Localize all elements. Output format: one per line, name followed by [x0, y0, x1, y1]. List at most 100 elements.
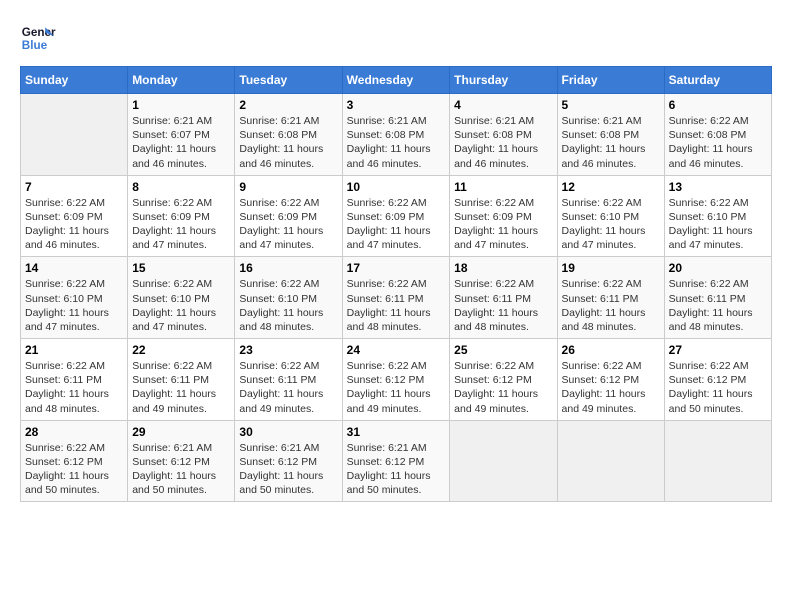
- day-info: Sunrise: 6:22 AMSunset: 6:11 PMDaylight:…: [347, 277, 446, 334]
- calendar-cell: 6Sunrise: 6:22 AMSunset: 6:08 PMDaylight…: [664, 94, 771, 176]
- day-number: 22: [132, 343, 230, 357]
- day-number: 21: [25, 343, 123, 357]
- calendar-cell: 21 Sunrise: 6:22 AMSunset: 6:11 PMDayligh…: [21, 339, 128, 421]
- calendar-cell: 23 Sunrise: 6:22 AMSunset: 6:11 PMDayligh…: [235, 339, 342, 421]
- day-info: Sunrise: 6:22 AMSunset: 6:10 PMDaylight:…: [562, 196, 660, 253]
- day-info: Sunrise: 6:21 AMSunset: 6:08 PMDaylight:…: [239, 114, 337, 171]
- calendar-cell: 22 Sunrise: 6:22 AMSunset: 6:11 PMDayligh…: [128, 339, 235, 421]
- calendar-cell: 5 Sunrise: 6:21 AMSunset: 6:08 PMDaylight…: [557, 94, 664, 176]
- day-number: 28: [25, 425, 123, 439]
- calendar-cell: 2 Sunrise: 6:21 AMSunset: 6:08 PMDaylight…: [235, 94, 342, 176]
- calendar-table: SundayMondayTuesdayWednesdayThursdayFrid…: [20, 66, 772, 502]
- day-info: Sunrise: 6:22 AMSunset: 6:09 PMDaylight:…: [239, 196, 337, 253]
- calendar-cell: 19Sunrise: 6:22 AMSunset: 6:11 PMDayligh…: [557, 257, 664, 339]
- day-number: 5: [562, 98, 660, 112]
- day-info: Sunrise: 6:21 AMSunset: 6:12 PMDaylight:…: [132, 441, 230, 498]
- logo: General Blue: [20, 20, 60, 56]
- day-number: 2: [239, 98, 337, 112]
- calendar-cell: 1Sunrise: 6:21 AMSunset: 6:07 PMDaylight…: [128, 94, 235, 176]
- day-number: 30: [239, 425, 337, 439]
- calendar-cell: [664, 420, 771, 502]
- calendar-cell: [450, 420, 557, 502]
- day-number: 18: [454, 261, 552, 275]
- calendar-cell: 16Sunrise: 6:22 AMSunset: 6:10 PMDayligh…: [235, 257, 342, 339]
- day-number: 25: [454, 343, 552, 357]
- calendar-cell: 7 Sunrise: 6:22 AMSunset: 6:09 PMDaylight…: [21, 175, 128, 257]
- calendar-cell: 14Sunrise: 6:22 AMSunset: 6:10 PMDayligh…: [21, 257, 128, 339]
- day-number: 27: [669, 343, 767, 357]
- day-number: 6: [669, 98, 767, 112]
- col-header-sunday: Sunday: [21, 67, 128, 94]
- day-info: Sunrise: 6:22 AMSunset: 6:12 PMDaylight:…: [562, 359, 660, 416]
- day-number: 20: [669, 261, 767, 275]
- calendar-cell: 20 Sunrise: 6:22 AMSunset: 6:11 PMDayligh…: [664, 257, 771, 339]
- day-info: Sunrise: 6:22 AMSunset: 6:10 PMDaylight:…: [132, 277, 230, 334]
- day-info: Sunrise: 6:22 AMSunset: 6:10 PMDaylight:…: [25, 277, 123, 334]
- calendar-cell: 28 Sunrise: 6:22 AMSunset: 6:12 PMDayligh…: [21, 420, 128, 502]
- day-number: 29: [132, 425, 230, 439]
- day-number: 4: [454, 98, 552, 112]
- calendar-cell: 24 Sunrise: 6:22 AMSunset: 6:12 PMDayligh…: [342, 339, 450, 421]
- day-info: Sunrise: 6:21 AMSunset: 6:08 PMDaylight:…: [562, 114, 660, 171]
- svg-text:General: General: [22, 26, 56, 39]
- calendar-cell: 8 Sunrise: 6:22 AMSunset: 6:09 PMDaylight…: [128, 175, 235, 257]
- day-number: 23: [239, 343, 337, 357]
- day-number: 3: [347, 98, 446, 112]
- day-number: 9: [239, 180, 337, 194]
- calendar-cell: 31 Sunrise: 6:21 AMSunset: 6:12 PMDayligh…: [342, 420, 450, 502]
- calendar-cell: 18 Sunrise: 6:22 AMSunset: 6:11 PMDayligh…: [450, 257, 557, 339]
- day-number: 15: [132, 261, 230, 275]
- calendar-cell: 27Sunrise: 6:22 AMSunset: 6:12 PMDayligh…: [664, 339, 771, 421]
- col-header-monday: Monday: [128, 67, 235, 94]
- day-number: 19: [562, 261, 660, 275]
- day-info: Sunrise: 6:22 AMSunset: 6:11 PMDaylight:…: [239, 359, 337, 416]
- day-info: Sunrise: 6:22 AMSunset: 6:09 PMDaylight:…: [25, 196, 123, 253]
- calendar-cell: 12 Sunrise: 6:22 AMSunset: 6:10 PMDayligh…: [557, 175, 664, 257]
- day-number: 7: [25, 180, 123, 194]
- page-header: General Blue: [20, 20, 772, 56]
- calendar-week-3: 14Sunrise: 6:22 AMSunset: 6:10 PMDayligh…: [21, 257, 772, 339]
- day-number: 10: [347, 180, 446, 194]
- calendar-cell: 13 Sunrise: 6:22 AMSunset: 6:10 PMDayligh…: [664, 175, 771, 257]
- day-number: 16: [239, 261, 337, 275]
- calendar-header-row: SundayMondayTuesdayWednesdayThursdayFrid…: [21, 67, 772, 94]
- day-number: 24: [347, 343, 446, 357]
- calendar-week-2: 7 Sunrise: 6:22 AMSunset: 6:09 PMDaylight…: [21, 175, 772, 257]
- day-info: Sunrise: 6:22 AMSunset: 6:11 PMDaylight:…: [132, 359, 230, 416]
- calendar-cell: 3 Sunrise: 6:21 AMSunset: 6:08 PMDaylight…: [342, 94, 450, 176]
- day-number: 26: [562, 343, 660, 357]
- calendar-cell: 9 Sunrise: 6:22 AMSunset: 6:09 PMDaylight…: [235, 175, 342, 257]
- calendar-week-5: 28 Sunrise: 6:22 AMSunset: 6:12 PMDayligh…: [21, 420, 772, 502]
- svg-text:Blue: Blue: [22, 39, 48, 52]
- logo-icon: General Blue: [20, 20, 56, 56]
- col-header-saturday: Saturday: [664, 67, 771, 94]
- col-header-friday: Friday: [557, 67, 664, 94]
- calendar-cell: [557, 420, 664, 502]
- calendar-cell: 4Sunrise: 6:21 AMSunset: 6:08 PMDaylight…: [450, 94, 557, 176]
- day-info: Sunrise: 6:22 AMSunset: 6:12 PMDaylight:…: [25, 441, 123, 498]
- day-info: Sunrise: 6:22 AMSunset: 6:09 PMDaylight:…: [132, 196, 230, 253]
- day-info: Sunrise: 6:21 AMSunset: 6:12 PMDaylight:…: [239, 441, 337, 498]
- calendar-week-4: 21 Sunrise: 6:22 AMSunset: 6:11 PMDayligh…: [21, 339, 772, 421]
- day-info: Sunrise: 6:22 AMSunset: 6:11 PMDaylight:…: [25, 359, 123, 416]
- day-info: Sunrise: 6:22 AMSunset: 6:12 PMDaylight:…: [454, 359, 552, 416]
- day-info: Sunrise: 6:21 AMSunset: 6:12 PMDaylight:…: [347, 441, 446, 498]
- day-info: Sunrise: 6:22 AMSunset: 6:09 PMDaylight:…: [347, 196, 446, 253]
- day-number: 31: [347, 425, 446, 439]
- day-info: Sunrise: 6:21 AMSunset: 6:07 PMDaylight:…: [132, 114, 230, 171]
- day-info: Sunrise: 6:22 AMSunset: 6:11 PMDaylight:…: [454, 277, 552, 334]
- calendar-cell: 26 Sunrise: 6:22 AMSunset: 6:12 PMDayligh…: [557, 339, 664, 421]
- col-header-wednesday: Wednesday: [342, 67, 450, 94]
- day-number: 17: [347, 261, 446, 275]
- day-number: 12: [562, 180, 660, 194]
- day-info: Sunrise: 6:22 AMSunset: 6:12 PMDaylight:…: [347, 359, 446, 416]
- day-info: Sunrise: 6:22 AMSunset: 6:10 PMDaylight:…: [669, 196, 767, 253]
- day-info: Sunrise: 6:22 AMSunset: 6:11 PMDaylight:…: [669, 277, 767, 334]
- day-info: Sunrise: 6:21 AMSunset: 6:08 PMDaylight:…: [347, 114, 446, 171]
- day-number: 13: [669, 180, 767, 194]
- calendar-cell: 30 Sunrise: 6:21 AMSunset: 6:12 PMDayligh…: [235, 420, 342, 502]
- calendar-cell: 15 Sunrise: 6:22 AMSunset: 6:10 PMDayligh…: [128, 257, 235, 339]
- calendar-cell: 25 Sunrise: 6:22 AMSunset: 6:12 PMDayligh…: [450, 339, 557, 421]
- day-number: 8: [132, 180, 230, 194]
- day-info: Sunrise: 6:22 AMSunset: 6:09 PMDaylight:…: [454, 196, 552, 253]
